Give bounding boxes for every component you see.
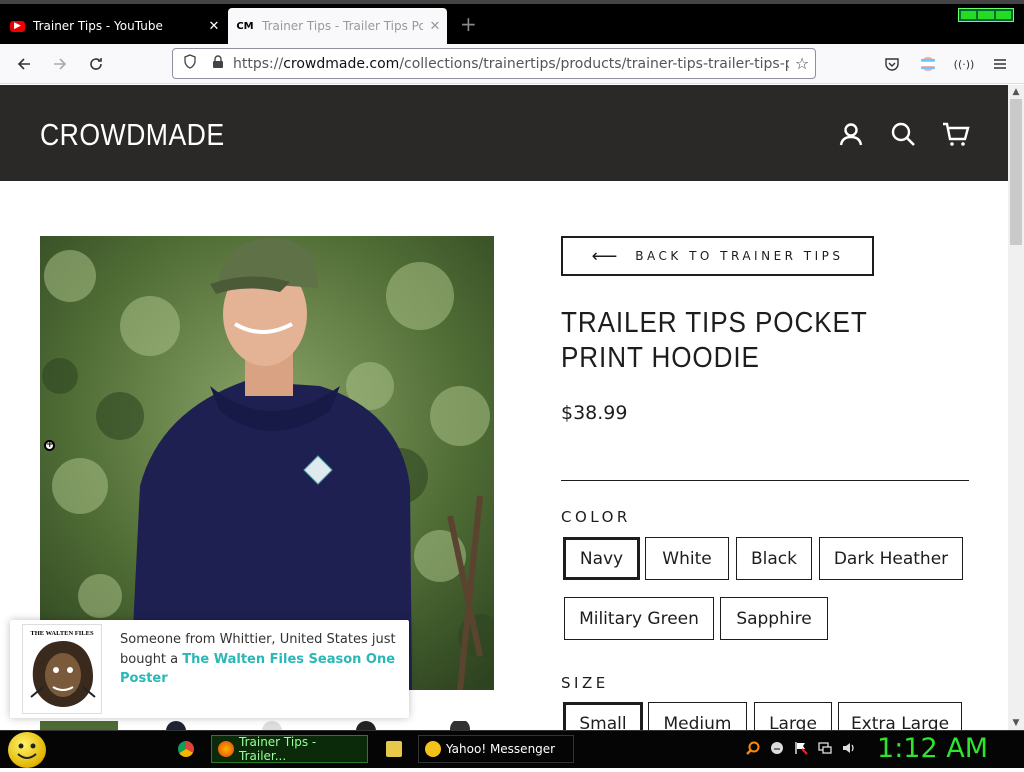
crowdmade-favicon: CM <box>236 20 254 32</box>
network-tray-icon[interactable] <box>818 741 832 755</box>
chrome-icon[interactable] <box>172 735 202 763</box>
product-thumbnails[interactable] <box>40 718 500 730</box>
bookmark-star-icon[interactable]: ☆ <box>789 54 815 73</box>
browser-tab-bar: ▶ Trainer Tips - YouTube ✕ CM Trainer Ti… <box>0 0 1024 44</box>
back-to-collection-button[interactable]: ⟵ BACK TO TRAINER TIPS <box>561 236 874 276</box>
scroll-down-arrow-icon[interactable]: ▼ <box>1008 716 1024 730</box>
close-tab-icon[interactable]: ✕ <box>202 19 226 34</box>
close-tab-icon[interactable]: ✕ <box>423 19 447 34</box>
reload-icon[interactable] <box>84 52 108 76</box>
firefox-icon <box>218 741 234 757</box>
address-bar[interactable]: https://crowdmade.com/collections/traine… <box>172 48 816 79</box>
color-option-military-green[interactable]: Military Green <box>564 597 714 640</box>
volume-tray-icon[interactable] <box>842 741 856 755</box>
search-icon[interactable] <box>890 121 916 147</box>
extension-icon[interactable]: ((·)) <box>952 52 976 76</box>
product-price: $38.99 <box>561 402 628 424</box>
color-option-navy[interactable]: Navy <box>563 537 640 580</box>
url-path: /collections/trainertips/products/traine… <box>399 55 789 72</box>
url-text[interactable]: https://crowdmade.com/collections/traine… <box>233 56 789 72</box>
extension-flag-icon[interactable] <box>916 52 940 76</box>
menu-hamburger-icon[interactable] <box>988 52 1012 76</box>
new-tab-button[interactable]: + <box>460 12 477 36</box>
yahoo-messenger-icon <box>425 741 441 757</box>
site-header: CROWDMADE <box>0 85 1008 181</box>
page-scrollbar[interactable]: ▲ ▼ <box>1008 85 1024 730</box>
back-button-label: BACK TO TRAINER TIPS <box>635 249 844 263</box>
shield-icon[interactable] <box>179 54 201 73</box>
system-meter-widget <box>958 8 1014 22</box>
flag-tray-icon[interactable] <box>794 741 808 755</box>
start-smiley-icon[interactable] <box>8 732 46 768</box>
thumb-title: THE WALTEN FILES <box>30 630 94 637</box>
youtube-icon: ▶ <box>10 20 25 32</box>
lock-icon[interactable] <box>207 54 229 73</box>
messenger-tray-icon[interactable] <box>770 741 784 755</box>
url-host: crowdmade.com <box>283 55 400 72</box>
chrome-logo <box>178 741 194 757</box>
tab-crowdmade[interactable]: CM Trainer Tips - Trailer Tips Pocke ✕ <box>228 8 447 44</box>
tab-youtube[interactable]: ▶ Trainer Tips - YouTube ✕ <box>0 8 226 44</box>
scroll-up-arrow-icon[interactable]: ▲ <box>1008 85 1024 99</box>
cart-icon[interactable] <box>942 121 970 147</box>
color-label: COLOR <box>561 508 631 526</box>
browser-nav-bar: https://crowdmade.com/collections/traine… <box>0 44 1024 84</box>
taskbar-item-yahoo-messenger[interactable]: Yahoo! Messenger <box>418 735 574 763</box>
tab-title: Trainer Tips - YouTube <box>33 19 163 33</box>
product-title: TRAILER TIPS POCKET PRINT HOODIE <box>561 307 868 374</box>
taskbar-item-label: Yahoo! Messenger <box>446 742 556 756</box>
taskbar-clock[interactable]: 1:12 AM <box>877 733 988 764</box>
popup-product-thumbnail[interactable]: THE WALTEN FILES <box>22 624 102 714</box>
os-taskbar: Trainer Tips - Trailer... Yahoo! Messeng… <box>0 730 1024 768</box>
forward-arrow-icon[interactable] <box>48 52 72 76</box>
url-prefix: https:// <box>233 55 284 72</box>
color-option-dark-heather[interactable]: Dark Heather <box>819 537 963 580</box>
divider <box>561 480 969 481</box>
account-icon[interactable] <box>838 121 864 147</box>
pocket-icon[interactable] <box>880 52 904 76</box>
color-option-black[interactable]: Black <box>736 537 812 580</box>
color-option-white[interactable]: White <box>645 537 729 580</box>
mouse-cursor-icon: + <box>44 440 55 451</box>
taskbar-item-label: Trainer Tips - Trailer... <box>239 735 317 763</box>
folder-icon[interactable] <box>380 735 410 763</box>
popup-message: Someone from Whittier, United States jus… <box>120 630 400 689</box>
taskbar-item-firefox[interactable]: Trainer Tips - Trailer... <box>211 735 368 763</box>
size-label: SIZE <box>561 674 609 692</box>
tab-title: Trainer Tips - Trailer Tips Pocke <box>262 19 423 33</box>
color-option-sapphire[interactable]: Sapphire <box>720 597 828 640</box>
recent-purchase-popup[interactable]: THE WALTEN FILES Someone from Whittier, … <box>10 620 409 718</box>
back-arrow-icon[interactable] <box>12 52 36 76</box>
folder-glyph <box>386 741 402 757</box>
left-arrow-icon: ⟵ <box>591 245 618 267</box>
scrollbar-thumb[interactable] <box>1010 99 1022 245</box>
site-logo[interactable]: CROWDMADE <box>40 117 225 153</box>
search-tray-icon[interactable] <box>746 741 760 755</box>
